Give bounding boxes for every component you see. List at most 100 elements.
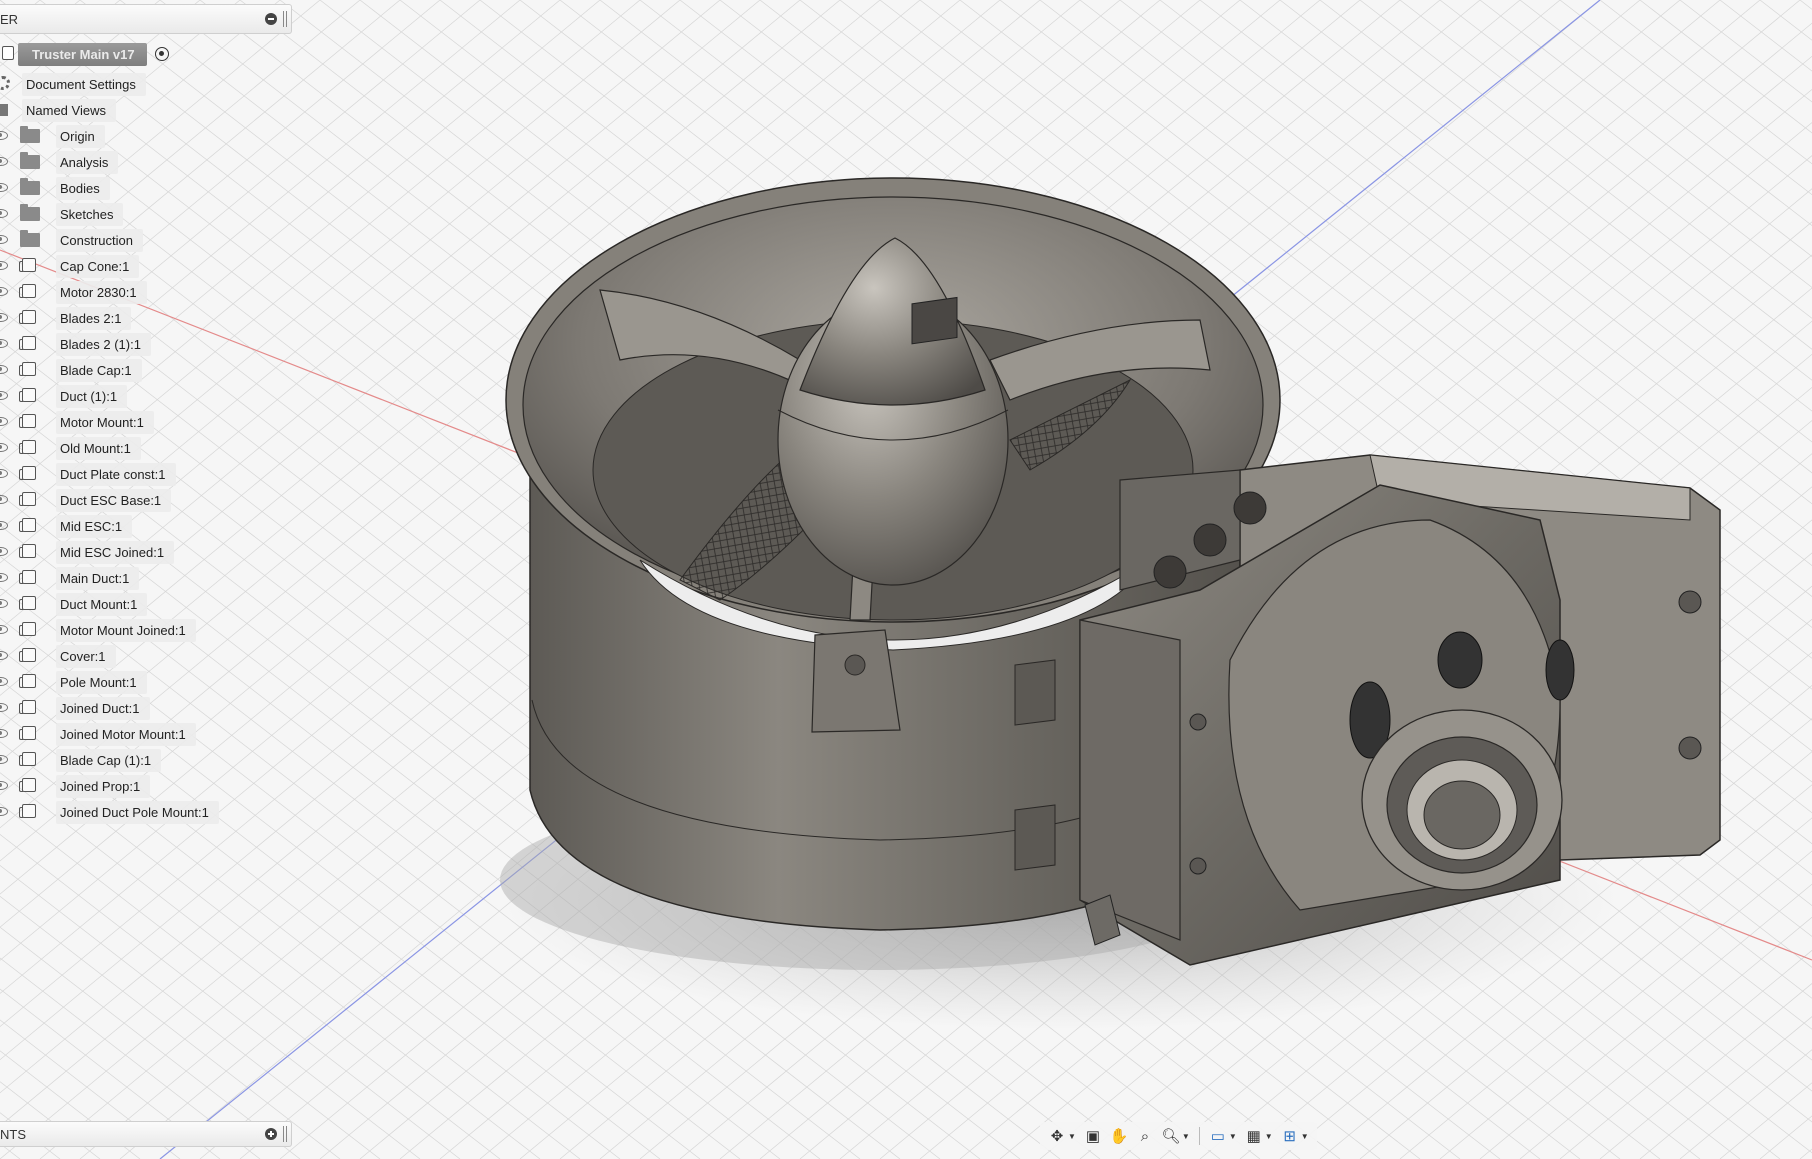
browser-component[interactable]: Duct (1):1 xyxy=(0,384,128,408)
browser-component-label: Joined Prop:1 xyxy=(56,774,151,798)
component-icon xyxy=(19,700,36,714)
activate-radio-icon[interactable] xyxy=(154,47,169,61)
browser-component[interactable]: Blades 2 (1):1 xyxy=(0,332,151,356)
chevron-down-icon[interactable]: ▼ xyxy=(1301,1132,1309,1141)
panel-grip-icon[interactable] xyxy=(283,1126,287,1142)
component-icon xyxy=(19,752,36,766)
component-icon xyxy=(19,388,36,402)
chevron-down-icon[interactable]: ▼ xyxy=(1265,1132,1273,1141)
browser-component[interactable]: Duct ESC Base:1 xyxy=(0,488,172,512)
browser-component[interactable]: Duct Mount:1 xyxy=(0,592,148,616)
browser-component[interactable]: Motor 2830:1 xyxy=(0,280,147,304)
browser-component[interactable]: Joined Motor Mount:1 xyxy=(0,722,196,746)
canvas-viewport[interactable] xyxy=(0,0,1812,1159)
browser-folder[interactable]: Construction xyxy=(0,228,143,252)
eye-icon[interactable] xyxy=(0,131,8,140)
eye-icon[interactable] xyxy=(0,781,8,790)
model-canvas[interactable] xyxy=(0,0,1812,1159)
orbit-icon[interactable]: ✥ xyxy=(1046,1125,1068,1147)
browser-component[interactable]: Blade Cap:1 xyxy=(0,358,142,382)
browser-component[interactable]: Joined Prop:1 xyxy=(0,774,151,798)
eye-icon[interactable] xyxy=(0,313,8,322)
browser-component[interactable]: Blade Cap (1):1 xyxy=(0,748,162,772)
zoom-icon[interactable]: ⌕ xyxy=(1134,1125,1156,1147)
pan-icon[interactable]: ✋ xyxy=(1108,1125,1130,1147)
browser-component-label: Motor Mount:1 xyxy=(56,410,154,434)
browser-component[interactable]: Motor Mount Joined:1 xyxy=(0,618,196,642)
browser-component-label: Duct Plate const:1 xyxy=(56,462,176,486)
browser-component[interactable]: Motor Mount:1 xyxy=(0,410,154,434)
browser-component[interactable]: Old Mount:1 xyxy=(0,436,141,460)
browser-component-label: Duct ESC Base:1 xyxy=(56,488,172,512)
browser-component[interactable]: Cover:1 xyxy=(0,644,116,668)
browser-component-label: Blade Cap:1 xyxy=(56,358,142,382)
document-icon xyxy=(2,46,14,60)
expand-icon[interactable] xyxy=(265,1128,277,1140)
eye-icon[interactable] xyxy=(0,755,8,764)
browser-panel-header[interactable]: ER xyxy=(0,4,292,34)
browser-folder-label: Sketches xyxy=(56,202,124,226)
eye-icon[interactable] xyxy=(0,573,8,582)
eye-icon[interactable] xyxy=(0,677,8,686)
grid-icon[interactable]: ▦ xyxy=(1243,1125,1265,1147)
eye-icon[interactable] xyxy=(0,183,8,192)
browser-component-label: Old Mount:1 xyxy=(56,436,141,460)
eye-icon[interactable] xyxy=(0,495,8,504)
panel-grip-icon[interactable] xyxy=(283,11,287,27)
browser-component[interactable]: Pole Mount:1 xyxy=(0,670,147,694)
browser-component[interactable]: Mid ESC Joined:1 xyxy=(0,540,175,564)
folder-icon xyxy=(20,152,40,169)
browser-component-label: Motor Mount Joined:1 xyxy=(56,618,196,642)
component-icon xyxy=(19,518,36,532)
browser-folder[interactable]: Bodies xyxy=(0,176,110,200)
eye-icon[interactable] xyxy=(0,287,8,296)
display-icon[interactable]: ▭ xyxy=(1207,1125,1229,1147)
motor-mount-model[interactable] xyxy=(1079,454,1721,966)
look-at-icon[interactable]: ▣ xyxy=(1082,1125,1104,1147)
browser-item-document-settings[interactable]: Document Settings xyxy=(0,72,146,96)
viewports-icon[interactable]: ⊞ xyxy=(1279,1125,1301,1147)
zoom-window-icon[interactable]: 🔍︎ xyxy=(1160,1125,1182,1147)
eye-icon[interactable] xyxy=(0,365,8,374)
eye-icon[interactable] xyxy=(0,807,8,816)
chevron-down-icon[interactable]: ▼ xyxy=(1182,1132,1190,1141)
eye-icon[interactable] xyxy=(0,651,8,660)
comments-panel-header[interactable]: NTS xyxy=(0,1121,292,1147)
chevron-down-icon[interactable]: ▼ xyxy=(1068,1132,1076,1141)
browser-folder[interactable]: Sketches xyxy=(0,202,124,226)
eye-icon[interactable] xyxy=(0,599,8,608)
eye-icon[interactable] xyxy=(0,157,8,166)
grid-line xyxy=(1719,1082,1812,1159)
component-icon xyxy=(19,726,36,740)
eye-icon[interactable] xyxy=(0,209,8,218)
eye-icon[interactable] xyxy=(0,261,8,270)
eye-icon[interactable] xyxy=(0,391,8,400)
browser-component[interactable]: Cap Cone:1 xyxy=(0,254,140,278)
eye-icon[interactable] xyxy=(0,469,8,478)
eye-icon[interactable] xyxy=(0,417,8,426)
browser-component[interactable]: Mid ESC:1 xyxy=(0,514,133,538)
eye-icon[interactable] xyxy=(0,339,8,348)
browser-item-named-views[interactable]: Named Views xyxy=(0,98,116,122)
eye-icon[interactable] xyxy=(0,625,8,634)
browser-folder[interactable]: Analysis xyxy=(0,150,119,174)
eye-icon[interactable] xyxy=(0,703,8,712)
eye-icon[interactable] xyxy=(0,443,8,452)
chevron-down-icon[interactable]: ▼ xyxy=(1229,1132,1237,1141)
browser-folder-label: Bodies xyxy=(56,176,110,200)
browser-component[interactable]: Joined Duct Pole Mount:1 xyxy=(0,800,219,824)
component-icon xyxy=(19,310,36,324)
eye-icon[interactable] xyxy=(0,521,8,530)
browser-document-root[interactable]: Truster Main v17 xyxy=(0,42,169,66)
collapse-icon[interactable] xyxy=(265,13,277,25)
browser-component[interactable]: Main Duct:1 xyxy=(0,566,140,590)
eye-icon[interactable] xyxy=(0,547,8,556)
browser-component[interactable]: Blades 2:1 xyxy=(0,306,132,330)
browser-component[interactable]: Duct Plate const:1 xyxy=(0,462,176,486)
eye-icon[interactable] xyxy=(0,235,8,244)
browser-component[interactable]: Joined Duct:1 xyxy=(0,696,150,720)
browser-item-label: Named Views xyxy=(22,98,116,122)
eye-icon[interactable] xyxy=(0,729,8,738)
browser-folder[interactable]: Origin xyxy=(0,124,105,148)
browser-component-label: Joined Duct:1 xyxy=(56,696,150,720)
